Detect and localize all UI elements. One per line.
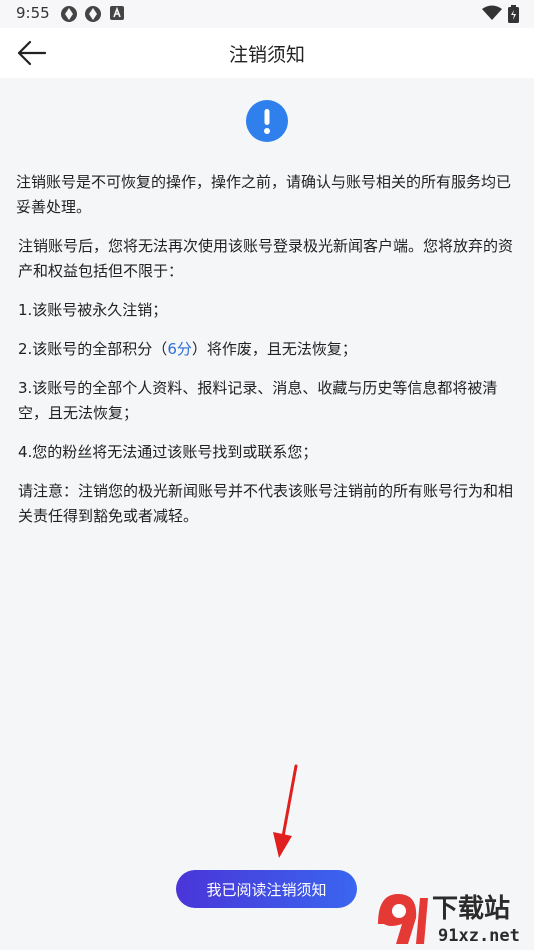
notice-intro: 注销账号是不可恢复的操作，操作之前，请确认与账号相关的所有服务均已妥善处理。	[16, 173, 512, 216]
notice-item-2-prefix: 2.该账号的全部积分（	[18, 340, 168, 358]
notice-item-2-suffix: ）将作废，且无法恢复；	[191, 340, 357, 358]
notice-item-2: 2.该账号的全部积分（6分）将作废，且无法恢复；	[16, 337, 518, 362]
battery-icon	[508, 5, 519, 23]
status-bar: 9:55	[0, 0, 534, 28]
page-title: 注销须知	[228, 44, 305, 66]
exclamation-circle-icon	[246, 100, 288, 142]
notice-item-3: 3.该账号的全部个人资料、报料记录、消息、收藏与历史等信息都将被清空，且无法恢复…	[18, 379, 498, 422]
wifi-icon	[482, 5, 502, 20]
notification-a-icon	[110, 6, 124, 20]
notification-app-icon	[61, 6, 77, 22]
nav-bar: 注销须知	[0, 28, 534, 78]
points-value: 6分	[167, 340, 192, 358]
notice-consequence: 注销账号后，您将无法再次使用该账号登录极光新闻客户端。您将放弃的资产和权益包括但…	[18, 237, 514, 280]
notification-app-icon	[85, 6, 101, 22]
notice-item-4: 4.您的粉丝将无法通过该账号找到或联系您；	[18, 443, 318, 461]
notice-content: 注销账号是不可恢复的操作，操作之前，请确认与账号相关的所有服务均已妥善处理。 注…	[16, 170, 518, 543]
status-time: 9:55	[16, 4, 50, 22]
red-arrow-annotation	[273, 764, 298, 858]
watermark-text: 下载站	[432, 894, 511, 924]
confirm-read-button[interactable]: 我已阅读注销须知	[176, 870, 357, 908]
notice-note: 请注意：注销您的极光新闻账号并不代表该账号注销前的所有账号行为和相关责任得到豁免…	[18, 482, 514, 525]
watermark-url: 91xz.net	[438, 926, 520, 946]
notice-item-1: 1.该账号被永久注销；	[18, 301, 168, 319]
